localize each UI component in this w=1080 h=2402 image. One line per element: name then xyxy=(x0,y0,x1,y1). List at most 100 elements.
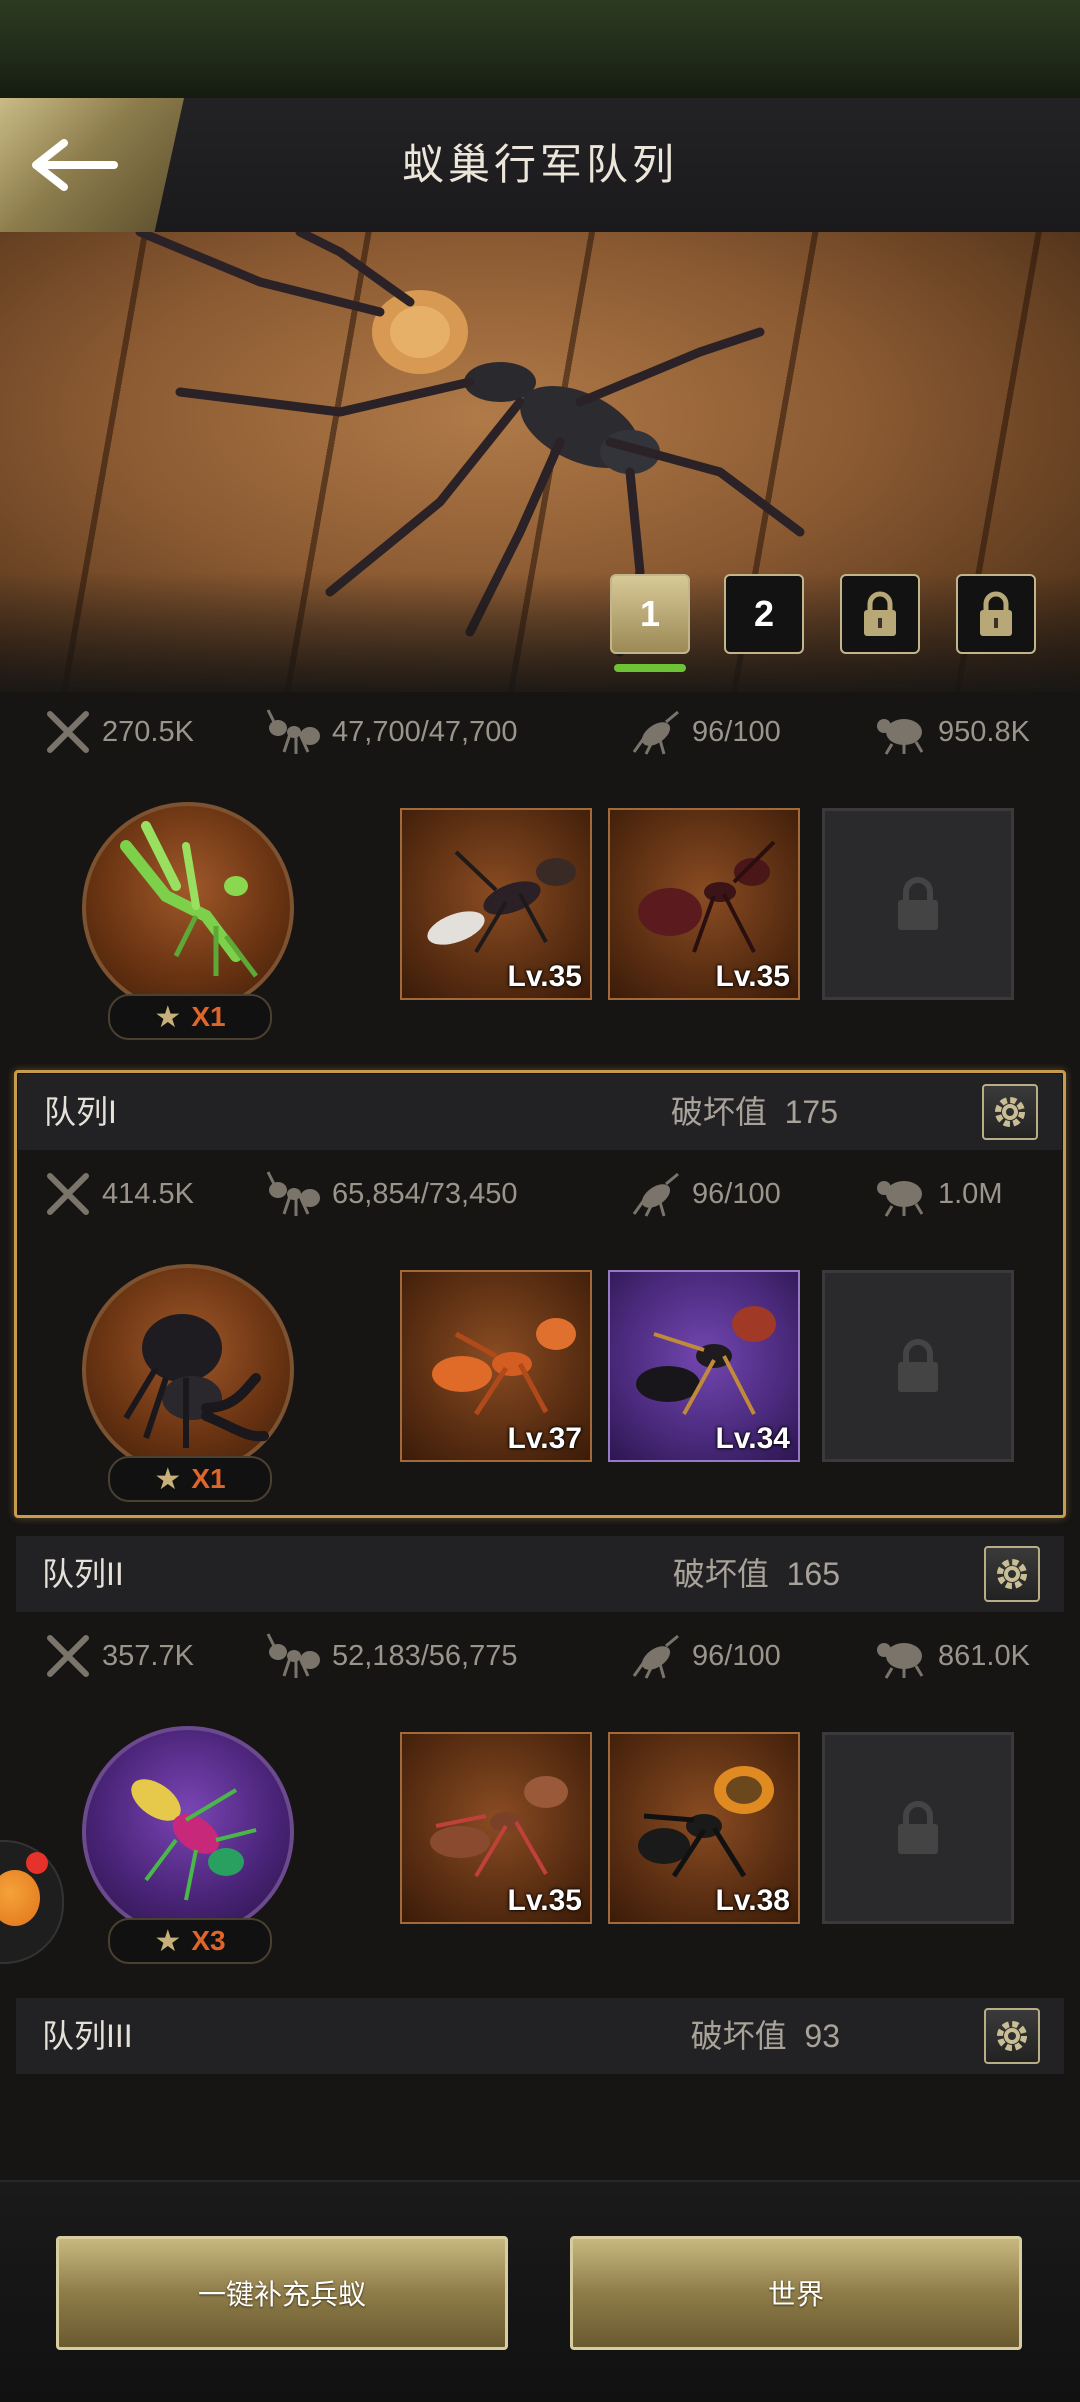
attack-value: 270.5K xyxy=(102,715,194,748)
queue-header[interactable]: 队列III 破坏值 93 xyxy=(16,1998,1064,2074)
damage-label: 破坏值 xyxy=(690,2018,787,2054)
attack-stat: 270.5K xyxy=(44,708,194,756)
attack-value: 414.5K xyxy=(102,1177,194,1210)
ant-icon xyxy=(266,709,320,754)
load-stat: 96/100 xyxy=(630,1632,781,1680)
beetle-power-icon xyxy=(877,719,924,755)
commander-portrait[interactable] xyxy=(82,1726,294,1938)
damage-value: 破坏值 165 xyxy=(673,1536,840,1612)
gear-icon xyxy=(997,1559,1027,1589)
attack-value: 357.7K xyxy=(102,1639,194,1672)
refill-troops-button[interactable]: 一键补充兵蚁 xyxy=(56,2236,508,2350)
damage-number: 175 xyxy=(784,1094,838,1130)
ant-icon xyxy=(638,840,776,953)
troops-value: 65,854/73,450 xyxy=(332,1177,518,1210)
page-title: 蚁巢行军队列 xyxy=(401,141,678,188)
bug-icon xyxy=(632,710,679,755)
troop-slot-locked[interactable] xyxy=(822,808,1014,1000)
damage-value: 破坏值 175 xyxy=(671,1074,838,1150)
troop-slot[interactable]: Lv.35 xyxy=(608,808,800,1000)
tab-2[interactable]: 2 xyxy=(724,574,804,654)
troop-slot[interactable]: Lv.38 xyxy=(608,1732,800,1924)
load-stat: 96/100 xyxy=(630,1170,781,1218)
damage-value: 破坏值 93 xyxy=(691,1998,840,2074)
troop-slot-locked[interactable] xyxy=(822,1732,1014,1924)
load-stat: 96/100 xyxy=(630,708,781,756)
star-icon: ★ xyxy=(154,1000,182,1034)
troop-slot-locked[interactable] xyxy=(822,1270,1014,1462)
troops-stat: 65,854/73,450 xyxy=(266,1170,517,1218)
troop-slot[interactable]: Lv.35 xyxy=(400,1732,592,1924)
ant-icon xyxy=(430,1776,568,1878)
beetle-power-icon xyxy=(877,1181,924,1217)
troop-slot[interactable]: Lv.34 xyxy=(608,1270,800,1462)
crossed-swords-icon xyxy=(47,1173,89,1215)
gear-icon xyxy=(997,2021,1027,2051)
power-stat: 950.8K xyxy=(874,708,1030,756)
load-value: 96/100 xyxy=(692,1639,781,1672)
jewel-beetle-icon xyxy=(131,1779,257,1901)
queue-name: 队列I xyxy=(44,1094,117,1130)
lock-icon xyxy=(864,591,896,636)
lock-icon xyxy=(980,591,1012,636)
tab-locked-3[interactable] xyxy=(840,574,920,654)
power-value: 950.8K xyxy=(938,715,1030,748)
tab-locked-4[interactable] xyxy=(956,574,1036,654)
troop-level: Lv.38 xyxy=(715,1884,791,1917)
power-value: 1.0M xyxy=(938,1177,1003,1210)
bug-icon xyxy=(632,1634,679,1679)
commander-portrait[interactable] xyxy=(82,1264,294,1476)
power-value: 861.0K xyxy=(938,1639,1030,1672)
ant-icon xyxy=(432,1318,576,1416)
commander-count-badge: ★ X1 xyxy=(108,994,272,1040)
queue-name: 队列II xyxy=(42,1556,124,1592)
lock-icon xyxy=(898,1339,938,1392)
troop-level: Lv.35 xyxy=(715,960,791,993)
ant-icon xyxy=(427,850,576,954)
ant-icon xyxy=(636,1306,776,1415)
commander-count: X1 xyxy=(191,1001,226,1032)
star-icon: ★ xyxy=(154,1462,182,1496)
commander-count: X3 xyxy=(191,1925,226,1956)
commander-portrait[interactable] xyxy=(82,802,294,1014)
commander-count: X1 xyxy=(191,1463,226,1494)
ant-icon xyxy=(266,1171,320,1216)
queue-name: 队列III xyxy=(42,2018,133,2054)
troop-level: Lv.35 xyxy=(507,1884,583,1917)
settings-button[interactable] xyxy=(984,2008,1040,2064)
load-value: 96/100 xyxy=(692,1177,781,1210)
power-stat: 1.0M xyxy=(874,1170,1002,1218)
mantis-icon xyxy=(120,821,258,978)
settings-button[interactable] xyxy=(984,1546,1040,1602)
notification-dot xyxy=(26,1852,48,1874)
queue-header[interactable]: 队列I 破坏值 175 xyxy=(18,1074,1062,1150)
troop-slot[interactable]: Lv.37 xyxy=(400,1270,592,1462)
troop-level: Lv.34 xyxy=(715,1422,791,1455)
troops-value: 47,700/47,700 xyxy=(332,715,518,748)
queue-header[interactable]: 队列II 破坏值 165 xyxy=(16,1536,1064,1612)
star-icon: ★ xyxy=(154,1924,182,1958)
ant-icon xyxy=(638,1766,774,1878)
power-stat: 861.0K xyxy=(874,1632,1030,1680)
stag-beetle-icon xyxy=(123,1314,269,1448)
damage-number: 93 xyxy=(804,2018,840,2054)
troops-stat: 47,700/47,700 xyxy=(266,708,517,756)
lock-icon xyxy=(898,1801,938,1854)
damage-label: 破坏值 xyxy=(670,1094,767,1130)
commander-count-badge: ★ X3 xyxy=(108,1918,272,1964)
tab-1[interactable]: 1 xyxy=(610,574,690,654)
crossed-swords-icon xyxy=(47,1635,89,1677)
top-background xyxy=(0,0,1080,100)
active-tab-indicator xyxy=(614,664,686,672)
crossed-swords-icon xyxy=(47,711,89,753)
settings-button[interactable] xyxy=(982,1084,1038,1140)
lock-icon xyxy=(898,877,938,930)
world-button[interactable]: 世界 xyxy=(570,2236,1022,2350)
bug-icon xyxy=(632,1172,679,1217)
gear-icon xyxy=(995,1097,1025,1127)
troop-slot[interactable]: Lv.35 xyxy=(400,808,592,1000)
beetle-power-icon xyxy=(877,1643,924,1679)
troops-value: 52,183/56,775 xyxy=(332,1639,518,1672)
attack-stat: 414.5K xyxy=(44,1170,194,1218)
commander-count-badge: ★ X1 xyxy=(108,1456,272,1502)
